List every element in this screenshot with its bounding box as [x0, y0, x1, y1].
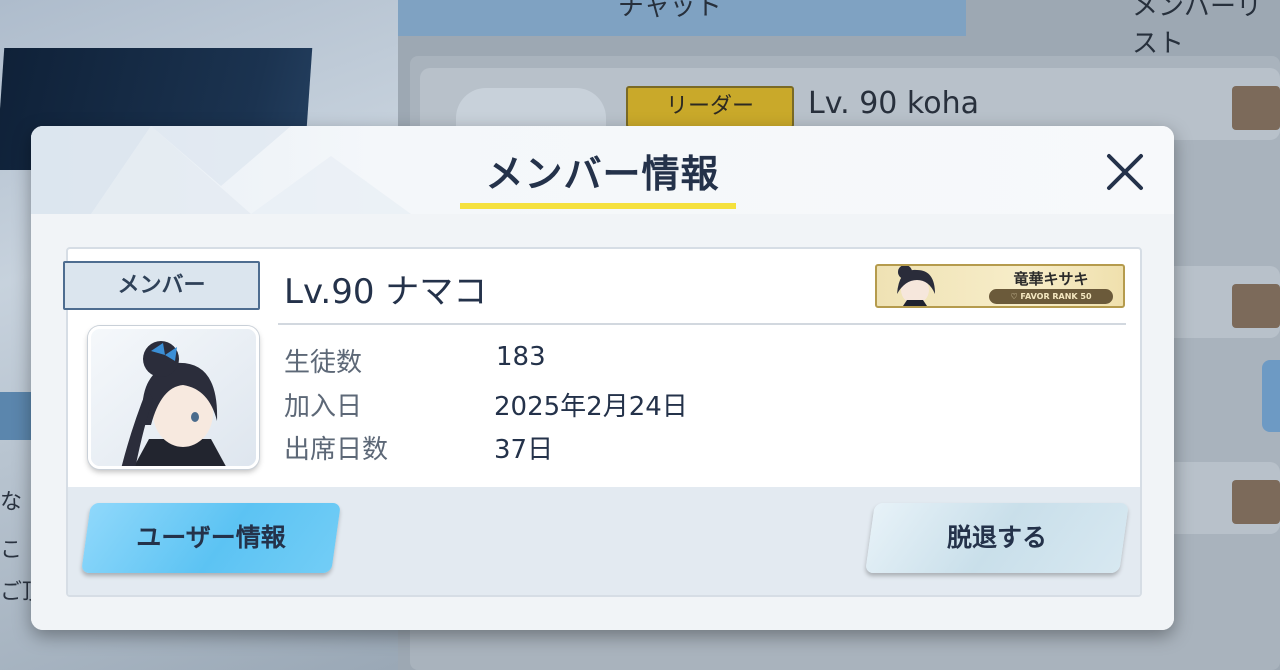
background-leader-name: Lv. 90 koha: [808, 86, 979, 121]
background-leader-badge: リーダー: [626, 86, 794, 128]
background-thumbnail: [1232, 480, 1280, 524]
avatar-portrait: [91, 329, 256, 466]
background-text-fragment: な: [0, 490, 23, 515]
background-text-fragment: こ: [0, 538, 23, 563]
card-divider: [278, 323, 1126, 325]
member-role-tag: メンバー: [63, 261, 260, 310]
background-thumbnail: [1232, 284, 1280, 328]
background-tab-label: メンバーリスト: [1132, 0, 1263, 59]
stat-value-join-date: 2025年2月24日: [494, 392, 688, 422]
favor-rank-label: ♡ FAVOR RANK 50: [989, 289, 1113, 304]
member-name: Lv.90 ナマコ: [284, 272, 488, 312]
leave-button-label: 脱退する: [946, 523, 1047, 552]
user-info-button[interactable]: ユーザー情報: [81, 503, 341, 573]
user-info-button-label: ユーザー情報: [136, 523, 286, 552]
close-button[interactable]: [1101, 148, 1149, 196]
stat-value-students: 183: [496, 342, 546, 372]
dialog-header: メンバー情報: [31, 126, 1174, 214]
member-avatar[interactable]: [88, 326, 259, 469]
stat-label-attendance: 出席日数: [284, 435, 389, 465]
stat-label-students: 生徒数: [284, 348, 363, 378]
favorite-student-portrait: [897, 266, 935, 306]
favorite-student-name: 竜華キサキ: [1013, 270, 1089, 288]
background-tab-label: チャット: [618, 0, 722, 22]
stat-label-join-date: 加入日: [284, 392, 363, 422]
favorite-student-badge[interactable]: 竜華キサキ ♡ FAVOR RANK 50: [875, 264, 1125, 308]
dialog-title: メンバー情報: [485, 152, 720, 196]
background-thumbnail: [1232, 86, 1280, 130]
leave-button[interactable]: 脱退する: [865, 503, 1129, 573]
background-button: [1262, 360, 1280, 432]
title-underline: [460, 203, 736, 209]
background-band: [0, 392, 34, 440]
close-icon: [1107, 154, 1143, 190]
stat-value-attendance: 37日: [494, 435, 554, 465]
